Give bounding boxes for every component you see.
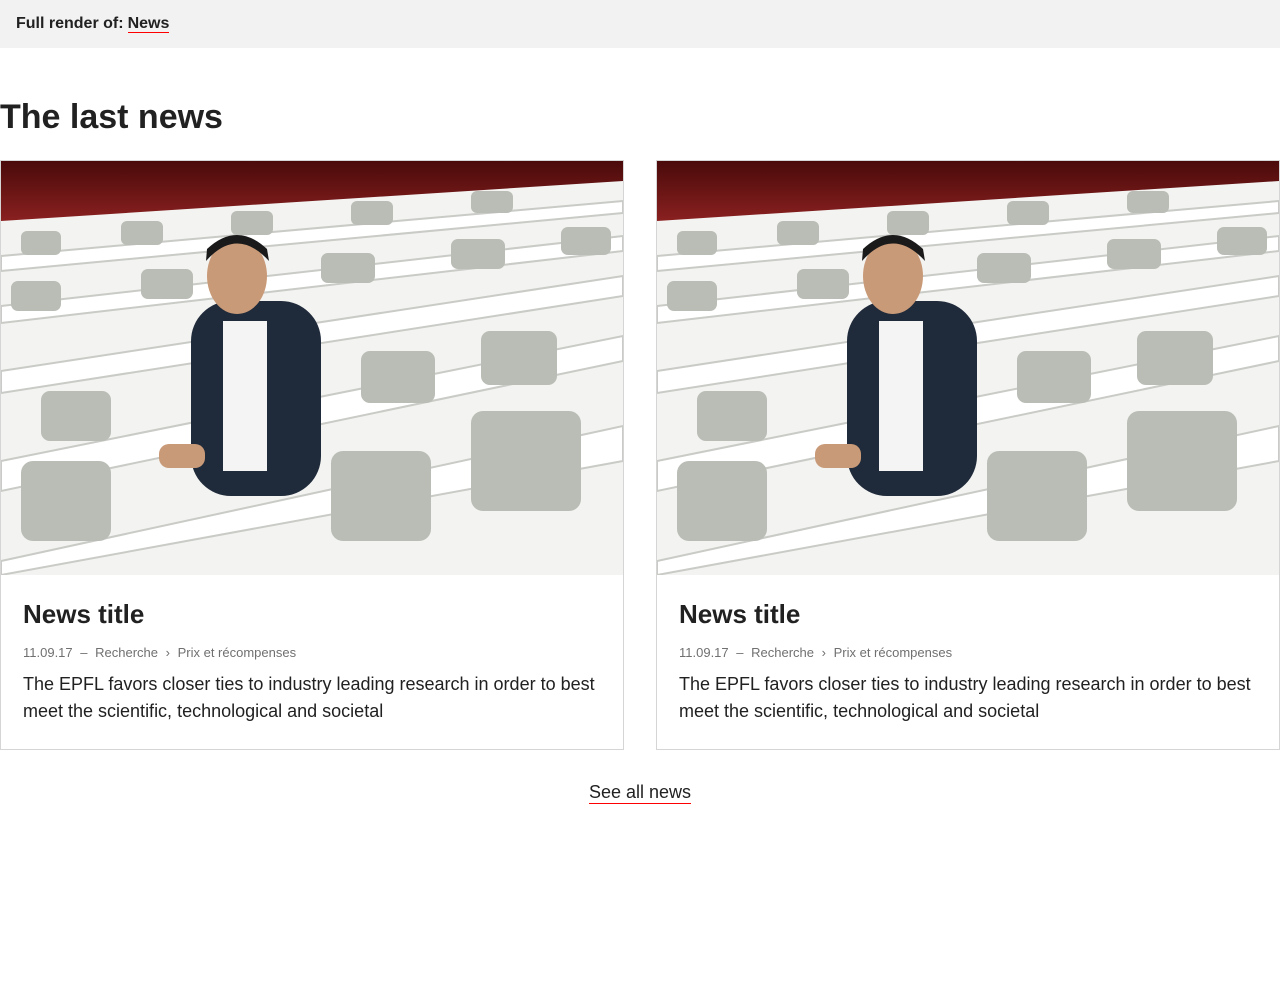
card-body: News title 11.09.17 – Recherche › Prix e…: [679, 597, 1257, 725]
news-excerpt: The EPFL favors closer ties to industry …: [23, 674, 595, 721]
news-photo[interactable]: [657, 161, 1279, 575]
meta-separator: –: [80, 645, 88, 660]
news-card[interactable]: News title 11.09.17 – Recherche › Prix e…: [656, 160, 1280, 750]
news-date: 11.09.17: [679, 645, 729, 660]
chevron-right-icon: ›: [821, 645, 826, 660]
news-excerpt: The EPFL favors closer ties to industry …: [679, 674, 1251, 721]
news-meta: 11.09.17 – Recherche › Prix et récompens…: [23, 645, 601, 661]
news-card[interactable]: News title 11.09.17 – Recherche › Prix e…: [0, 160, 624, 750]
news-cards: News title 11.09.17 – Recherche › Prix e…: [0, 160, 1280, 750]
news-subcategory: Prix et récompenses: [177, 645, 297, 660]
chevron-right-icon: ›: [165, 645, 170, 660]
news-subcategory: Prix et récompenses: [833, 645, 953, 660]
meta-separator: –: [736, 645, 744, 660]
news-title[interactable]: News title: [23, 597, 601, 631]
section-title: The last news: [0, 98, 223, 136]
render-label: Full render of:: [16, 15, 124, 32]
news-photo[interactable]: [1, 161, 623, 575]
news-title[interactable]: News title: [679, 597, 1257, 631]
card-body: News title 11.09.17 – Recherche › Prix e…: [23, 597, 601, 725]
see-all-container: See all news: [0, 782, 1280, 804]
news-category: Recherche: [751, 645, 814, 660]
news-meta: 11.09.17 – Recherche › Prix et récompens…: [679, 645, 1257, 661]
see-all-news-link[interactable]: See all news: [588, 782, 692, 804]
breadcrumb-bar: Full render of: News: [0, 0, 1280, 48]
news-category: Recherche: [95, 645, 158, 660]
news-date: 11.09.17: [23, 645, 73, 660]
news-link[interactable]: News: [127, 15, 170, 34]
